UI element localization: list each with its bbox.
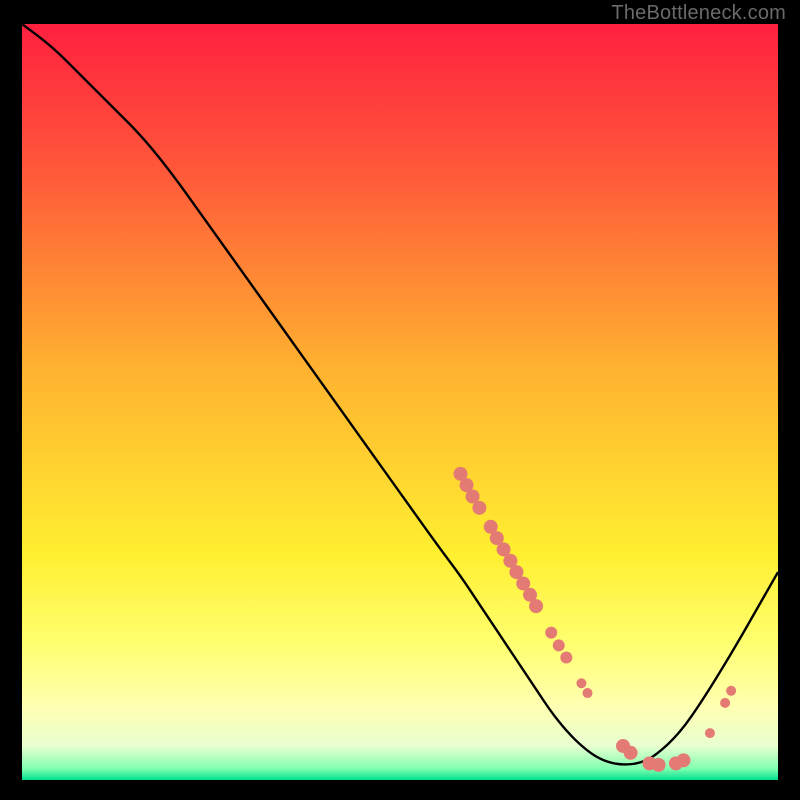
- data-marker: [582, 688, 592, 698]
- plot-area: [22, 24, 778, 780]
- data-marker: [545, 627, 557, 639]
- data-marker: [720, 698, 730, 708]
- watermark-label: TheBottleneck.com: [611, 2, 786, 25]
- data-marker: [529, 599, 543, 613]
- data-marker: [553, 639, 565, 651]
- data-marker: [652, 758, 666, 772]
- chart-svg: [22, 24, 778, 780]
- data-marker: [624, 746, 638, 760]
- gradient-background: [22, 24, 778, 780]
- data-marker: [705, 728, 715, 738]
- data-marker: [560, 652, 572, 664]
- chart-container: TheBottleneck.com: [0, 0, 800, 800]
- data-marker: [472, 501, 486, 515]
- data-marker: [726, 686, 736, 696]
- data-marker: [677, 753, 691, 767]
- data-marker: [576, 678, 586, 688]
